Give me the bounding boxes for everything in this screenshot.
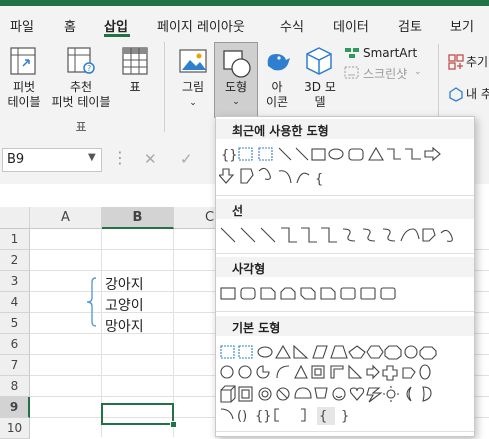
left-bracket-shape[interactable] xyxy=(84,276,100,328)
rectangles-header: 사각형 xyxy=(216,257,474,277)
table-label[interactable]: 표 xyxy=(124,80,146,95)
row-header[interactable]: 6 xyxy=(0,334,30,355)
rectangles-shapes-grid[interactable] xyxy=(219,285,419,303)
rectangles-title: 사각형 xyxy=(232,262,266,276)
svg-text:?: ? xyxy=(87,64,91,73)
screenshot-label[interactable]: 스크린샷 xyxy=(363,67,407,82)
3d-models-icon[interactable] xyxy=(304,46,334,76)
tab-home[interactable]: 홈 xyxy=(64,16,76,35)
lines-title: 선 xyxy=(232,204,244,218)
my-addins-label[interactable]: 내 추 xyxy=(466,87,489,102)
ribbon-separator xyxy=(164,42,165,132)
shapes-icon xyxy=(223,50,251,78)
pivot-table-label[interactable]: 피벗 테이블 xyxy=(6,80,42,110)
cancel-icon[interactable]: ✕ xyxy=(144,150,157,168)
row-header[interactable]: 9 xyxy=(0,397,30,418)
my-addins-icon[interactable] xyxy=(448,86,464,102)
section-divider xyxy=(216,311,474,312)
enter-icon[interactable]: ✓ xyxy=(180,150,193,168)
recent-shapes-header: 최근에 사용한 도형 xyxy=(216,119,474,139)
formula-bar-grip-icon: ⋮ xyxy=(112,148,128,167)
svg-text:{: { xyxy=(315,172,323,187)
shapes-gallery-dropdown: 최근에 사용한 도형 {} { 선 사각형 기본 도형 () {} {} xyxy=(215,116,475,437)
3d-models-label[interactable]: 3D 모 델 xyxy=(298,80,342,110)
icons-label[interactable]: 아 이콘 xyxy=(262,80,292,110)
pivot-table-icon[interactable] xyxy=(9,46,37,76)
svg-text:{}: {} xyxy=(221,148,238,163)
basic-shapes-grid[interactable]: () {} { } xyxy=(219,343,464,427)
svg-text:}: } xyxy=(341,409,349,424)
screenshot-icon[interactable] xyxy=(344,66,360,80)
fill-handle[interactable] xyxy=(170,421,177,428)
selected-cell-b9[interactable] xyxy=(101,403,174,425)
column-header-a[interactable]: A xyxy=(30,207,102,229)
icons-icon[interactable] xyxy=(262,46,292,76)
picture-label[interactable]: 그림 xyxy=(178,80,208,95)
name-box-value: B9 xyxy=(7,152,25,167)
column-header-b[interactable]: B xyxy=(102,207,174,229)
svg-text:{: { xyxy=(319,409,327,424)
table-icon[interactable] xyxy=(121,46,149,76)
recent-shapes-title: 최근에 사용한 도형 xyxy=(232,124,329,138)
lines-header: 선 xyxy=(216,199,474,219)
get-addins-label[interactable]: 추기 xyxy=(466,55,488,70)
shapes-chevron-icon: ⌄ xyxy=(232,97,240,107)
svg-text:(): () xyxy=(237,409,247,424)
tab-data[interactable]: 데이터 xyxy=(333,16,369,35)
recommended-pivot-icon[interactable]: ? xyxy=(66,46,96,76)
screenshot-chevron-icon[interactable]: ⌄ xyxy=(414,65,422,80)
smartart-icon[interactable] xyxy=(344,46,360,60)
row-header[interactable]: 1 xyxy=(0,229,30,250)
row-header[interactable]: 2 xyxy=(0,250,30,271)
cell-b5[interactable]: 망아지 xyxy=(105,316,144,336)
ribbon-tabs: 파일 홈 삽입 페이지 레이아웃 수식 데이터 검토 보기 xyxy=(0,6,489,38)
basic-shapes-header: 기본 도형 xyxy=(216,316,474,336)
recent-shapes-grid[interactable]: {} { xyxy=(219,145,459,189)
tab-review[interactable]: 검토 xyxy=(398,16,422,35)
tab-page-layout[interactable]: 페이지 레이아웃 xyxy=(157,16,245,35)
row-header[interactable]: 4 xyxy=(0,292,30,313)
row-header[interactable]: 7 xyxy=(0,355,30,376)
section-divider xyxy=(216,431,474,432)
svg-text:{}: {} xyxy=(255,409,272,424)
row-header[interactable]: 8 xyxy=(0,376,30,397)
row-header[interactable]: 3 xyxy=(0,271,30,292)
get-addins-icon[interactable] xyxy=(448,54,464,70)
name-box-chevron-icon[interactable]: ▼ xyxy=(88,152,96,163)
section-divider xyxy=(216,253,474,254)
group-label-tables: 표 xyxy=(75,120,87,134)
recommended-pivot-label[interactable]: 추천 피벗 테이블 xyxy=(48,80,114,110)
row-header[interactable]: 5 xyxy=(0,313,30,334)
section-divider xyxy=(216,195,474,196)
basic-shapes-title: 기본 도형 xyxy=(232,321,281,335)
tab-view[interactable]: 보기 xyxy=(450,16,474,35)
select-all-corner[interactable] xyxy=(0,207,30,229)
tab-insert[interactable]: 삽입 xyxy=(104,16,128,35)
shapes-label: 도형 xyxy=(224,80,248,94)
picture-icon[interactable] xyxy=(178,48,208,74)
lines-shapes-grid[interactable] xyxy=(219,225,459,247)
active-tab-indicator xyxy=(104,34,130,37)
tab-file[interactable]: 파일 xyxy=(10,16,34,35)
row-header[interactable]: 10 xyxy=(0,418,30,439)
picture-chevron-icon[interactable]: ⌄ xyxy=(184,96,202,111)
cell-b4[interactable]: 고양이 xyxy=(105,295,144,315)
tab-formulas[interactable]: 수식 xyxy=(280,16,304,35)
smartart-label[interactable]: SmartArt xyxy=(363,46,417,61)
shapes-button[interactable]: 도형 ⌄ xyxy=(214,42,258,118)
cell-b3[interactable]: 강아지 xyxy=(105,274,144,294)
